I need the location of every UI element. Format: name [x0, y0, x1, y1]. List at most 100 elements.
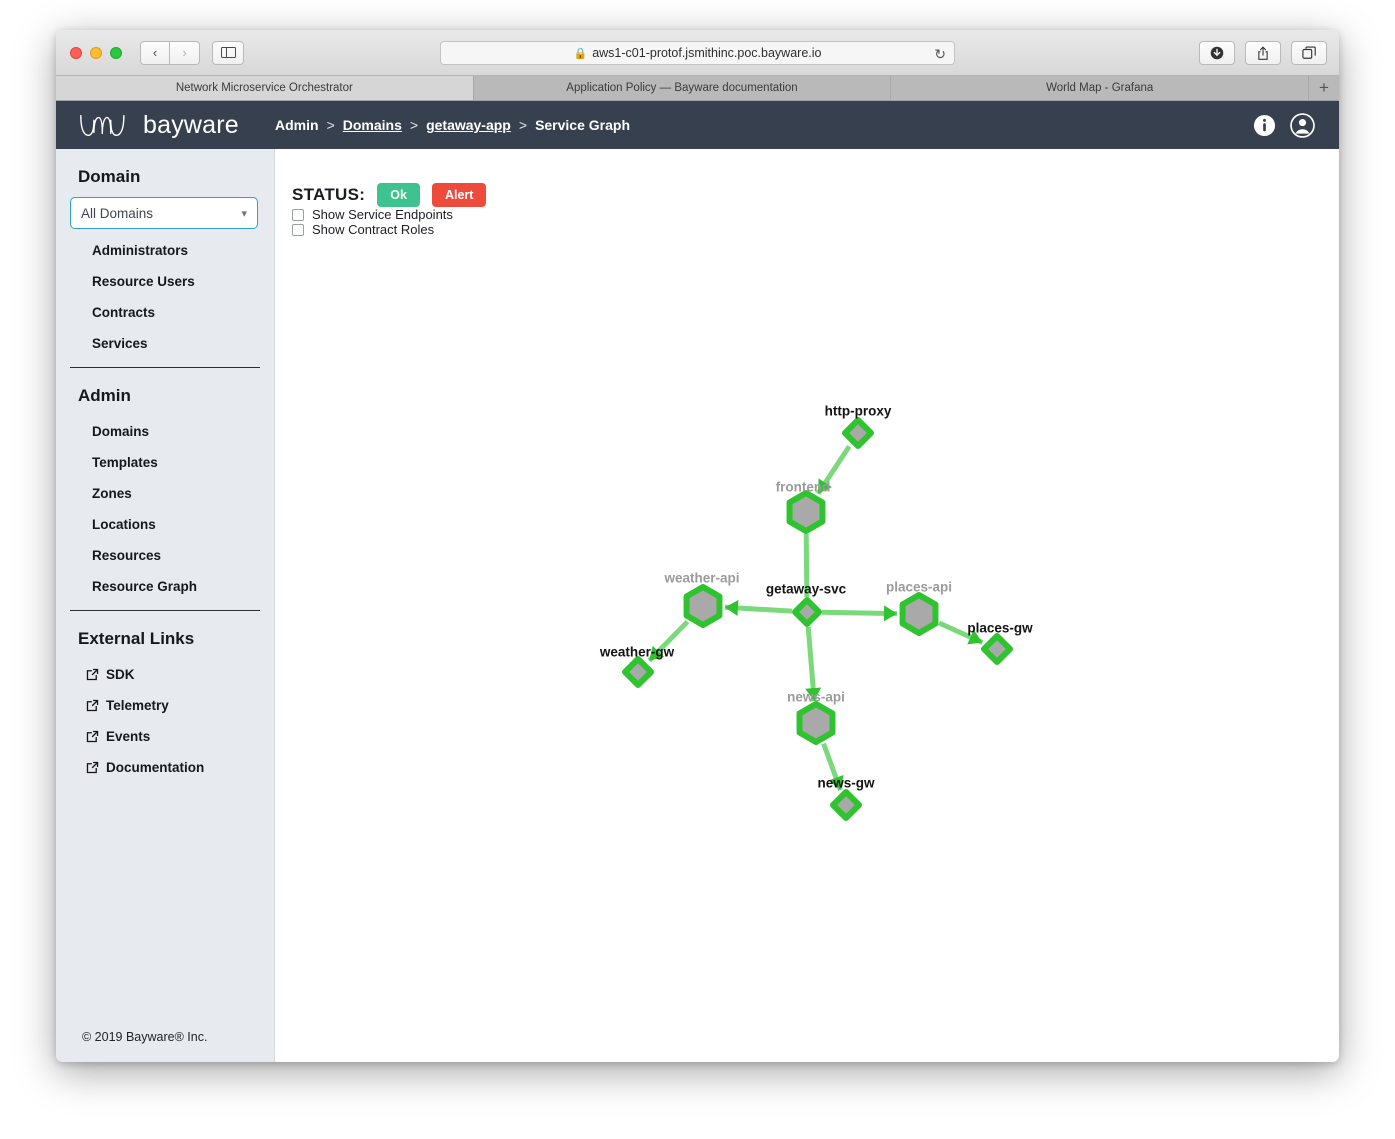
chevron-down-icon: ▾ [241, 207, 247, 220]
show-service-endpoints-label: Show Service Endpoints [312, 207, 453, 222]
browser-tab-1[interactable]: Application Policy — Bayware documentati… [473, 76, 892, 100]
graph-node-places-gw[interactable] [981, 633, 1013, 665]
header-icon-group [1253, 112, 1339, 138]
tab-overview-icon [1301, 46, 1316, 59]
graph-node-places-api[interactable] [899, 592, 939, 636]
app-body: Domain All Domains ▾ Administrators Reso… [56, 149, 1339, 1062]
graph-node-label-news-gw: news-gw [817, 775, 875, 791]
graph-node-label-weather-api: weather-api [664, 570, 740, 586]
show-contract-roles-checkbox[interactable] [292, 223, 304, 236]
graph-edge-arrow [883, 605, 898, 622]
app-header: bayware Admin > Domains > getaway-app > … [56, 101, 1339, 149]
sidebar-item-resource-users[interactable]: Resource Users [56, 266, 274, 297]
show-service-endpoints-row[interactable]: Show Service Endpoints [275, 207, 1339, 222]
show-contract-roles-row[interactable]: Show Contract Roles [275, 222, 1339, 237]
external-link-icon [86, 761, 99, 774]
breadcrumb-item-getaway-app[interactable]: getaway-app [426, 117, 511, 133]
status-badge-alert[interactable]: Alert [431, 183, 487, 207]
bayware-wave-logo [80, 114, 125, 136]
graph-edge-getaway-svc-to-weather-api [724, 604, 793, 614]
sidebar-item-events[interactable]: Events [56, 721, 274, 752]
graph-node-getaway-svc[interactable] [792, 597, 822, 627]
domain-select[interactable]: All Domains ▾ [70, 197, 258, 229]
breadcrumb-item-domains[interactable]: Domains [343, 117, 402, 133]
sidebar-item-contracts[interactable]: Contracts [56, 297, 274, 328]
breadcrumb-separator: > [518, 117, 528, 133]
graph-node-label-http-proxy: http-proxy [824, 403, 892, 419]
graph-node-weather-api[interactable] [683, 584, 723, 628]
sidebar-item-resources[interactable]: Resources [56, 540, 274, 571]
sidebar-item-services[interactable]: Services [56, 328, 274, 359]
sidebar-item-label: Telemetry [106, 698, 169, 713]
domain-select-value: All Domains [81, 205, 154, 221]
status-row: STATUS: Ok Alert [275, 149, 1339, 207]
browser-tab-label: World Map - Grafana [1046, 82, 1154, 94]
sidebar-item-telemetry[interactable]: Telemetry [56, 690, 274, 721]
app-logo[interactable]: bayware [56, 110, 275, 140]
sidebar-item-label: Documentation [106, 760, 205, 775]
graph-node-label-weather-gw: weather-gw [599, 644, 675, 660]
browser-tab-2[interactable]: World Map - Grafana [891, 76, 1310, 100]
sidebar-item-label: SDK [106, 667, 135, 682]
new-tab-button[interactable]: + [1309, 76, 1339, 100]
status-label: STATUS: [292, 185, 366, 204]
minimize-window-button[interactable] [90, 46, 102, 59]
sidebar-item-documentation[interactable]: Documentation [56, 752, 274, 783]
download-button[interactable] [1199, 41, 1235, 65]
breadcrumb-separator: > [409, 117, 419, 133]
show-service-endpoints-checkbox[interactable] [292, 208, 304, 221]
main-content: STATUS: Ok Alert Show Service Endpoints … [275, 149, 1339, 1062]
breadcrumb: Admin > Domains > getaway-app > Service … [275, 117, 630, 133]
share-icon [1258, 45, 1268, 60]
sidebar-item-label: Events [106, 729, 151, 744]
share-button[interactable] [1245, 41, 1281, 65]
browser-tab-strip: Network Microservice Orchestrator Applic… [56, 76, 1339, 101]
breadcrumb-separator: > [326, 117, 335, 133]
toolbar-right-buttons [1199, 41, 1327, 65]
browser-tab-0[interactable]: Network Microservice Orchestrator [56, 76, 474, 100]
sidebar-item-templates[interactable]: Templates [56, 447, 274, 478]
sidebar-item-locations[interactable]: Locations [56, 509, 274, 540]
maximize-window-button[interactable] [110, 46, 122, 59]
info-icon[interactable] [1253, 114, 1276, 137]
show-tabs-button[interactable] [1291, 41, 1327, 65]
graph-node-news-gw[interactable] [830, 789, 862, 821]
service-graph-canvas[interactable] [275, 149, 1339, 1062]
graph-node-weather-gw[interactable] [622, 656, 654, 688]
forward-button[interactable]: › [170, 40, 200, 65]
application-root: bayware Admin > Domains > getaway-app > … [56, 101, 1339, 1062]
browser-window: ‹ › 🔒 aws1-c01-protof.jsmithinc.poc.bayw… [56, 30, 1339, 1062]
reload-icon[interactable]: ↻ [934, 45, 946, 63]
browser-tab-label: Network Microservice Orchestrator [175, 82, 353, 94]
download-icon [1210, 46, 1224, 60]
user-account-icon[interactable] [1290, 112, 1315, 138]
show-contract-roles-label: Show Contract Roles [312, 222, 435, 237]
window-controls [70, 46, 122, 59]
address-bar[interactable]: 🔒 aws1-c01-protof.jsmithinc.poc.bayware.… [440, 41, 955, 65]
graph-node-label-places-gw: places-gw [967, 620, 1033, 636]
browser-tab-label: Application Policy — Bayware documentati… [566, 82, 798, 94]
navigation-buttons: ‹ › [140, 40, 200, 65]
graph-node-http-proxy[interactable] [842, 417, 874, 449]
graph-node-label-frontend: frontend [775, 479, 831, 495]
graph-node-frontend[interactable] [786, 490, 826, 534]
graph-node-label-getaway-svc: getaway-svc [765, 581, 847, 597]
lock-icon: 🔒 [573, 47, 588, 60]
sidebar-toggle-button[interactable] [212, 40, 244, 65]
sidebar-heading-external-links: External Links [78, 629, 195, 648]
close-window-button[interactable] [70, 46, 82, 59]
external-link-icon [86, 730, 99, 743]
sidebar-item-resource-graph[interactable]: Resource Graph [56, 571, 274, 602]
graph-edge-getaway-svc-to-places-api [821, 609, 898, 617]
external-link-icon [86, 699, 99, 712]
sidebar-item-administrators[interactable]: Administrators [56, 235, 274, 266]
sidebar-item-domains[interactable]: Domains [56, 416, 274, 447]
graph-node-news-api[interactable] [796, 701, 836, 745]
back-button[interactable]: ‹ [140, 40, 170, 65]
sidebar-item-zones[interactable]: Zones [56, 478, 274, 509]
address-text: aws1-c01-protof.jsmithinc.poc.bayware.io [592, 46, 822, 60]
sidebar-item-sdk[interactable]: SDK [56, 659, 274, 690]
status-badge-ok[interactable]: Ok [377, 183, 420, 207]
sidebar-footer-copyright: © 2019 Bayware® Inc. [82, 1030, 208, 1044]
browser-toolbar: ‹ › 🔒 aws1-c01-protof.jsmithinc.poc.bayw… [56, 30, 1339, 76]
